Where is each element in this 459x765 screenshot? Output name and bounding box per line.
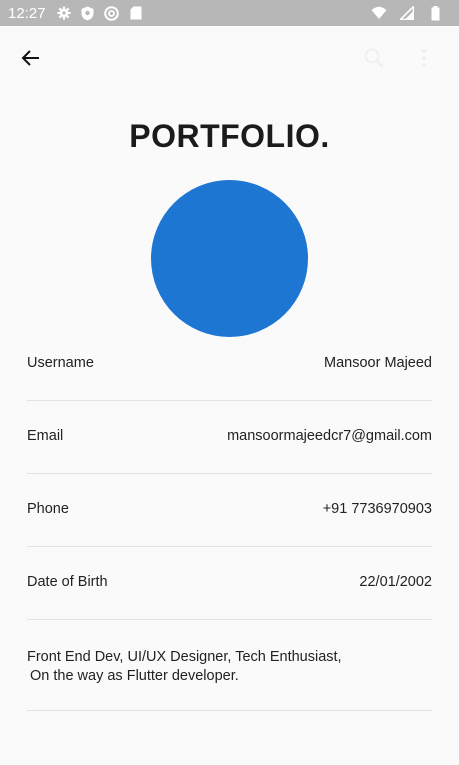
email-row: Email mansoormajeedcr7@gmail.com xyxy=(27,428,432,444)
back-button[interactable] xyxy=(16,44,46,72)
username-value: Mansoor Majeed xyxy=(324,355,432,371)
at-sign-icon xyxy=(104,5,120,21)
shield-icon xyxy=(80,5,96,21)
email-label: Email xyxy=(27,428,64,444)
avatar xyxy=(151,180,308,337)
divider xyxy=(27,400,432,401)
divider xyxy=(27,619,432,620)
username-row: Username Mansoor Majeed xyxy=(27,355,432,371)
dob-label: Date of Birth xyxy=(27,574,108,590)
dob-row: Date of Birth 22/01/2002 xyxy=(27,574,432,590)
status-bar: 12:27 xyxy=(0,0,459,26)
phone-label: Phone xyxy=(27,501,69,517)
page-title: PORTFOLIO. xyxy=(129,118,330,154)
username-label: Username xyxy=(27,355,94,371)
signal-icon xyxy=(399,5,415,21)
phone-value: +91 7736970903 xyxy=(322,501,432,517)
phone-row: Phone +91 7736970903 xyxy=(27,501,432,517)
app-bar xyxy=(0,26,459,88)
divider xyxy=(27,710,432,711)
email-value: mansoormajeedcr7@gmail.com xyxy=(227,428,432,444)
status-time: 12:27 xyxy=(8,4,46,22)
dob-value: 22/01/2002 xyxy=(359,574,432,590)
wifi-icon xyxy=(371,5,387,21)
bio-text: Front End Dev, UI/UX Designer, Tech Enth… xyxy=(27,648,432,686)
search-icon xyxy=(364,48,384,68)
gear-icon xyxy=(56,5,72,21)
more-options-button[interactable] xyxy=(412,44,436,72)
bio-line: On the way as Flutter developer. xyxy=(30,668,239,684)
arrow-left-icon xyxy=(21,50,39,66)
divider xyxy=(27,546,432,547)
sd-card-icon xyxy=(128,5,144,21)
more-vert-icon xyxy=(422,49,426,67)
search-button[interactable] xyxy=(360,44,388,72)
divider xyxy=(27,473,432,474)
battery-icon xyxy=(427,5,443,21)
bio-line: Front End Dev, UI/UX Designer, Tech Enth… xyxy=(27,649,342,665)
